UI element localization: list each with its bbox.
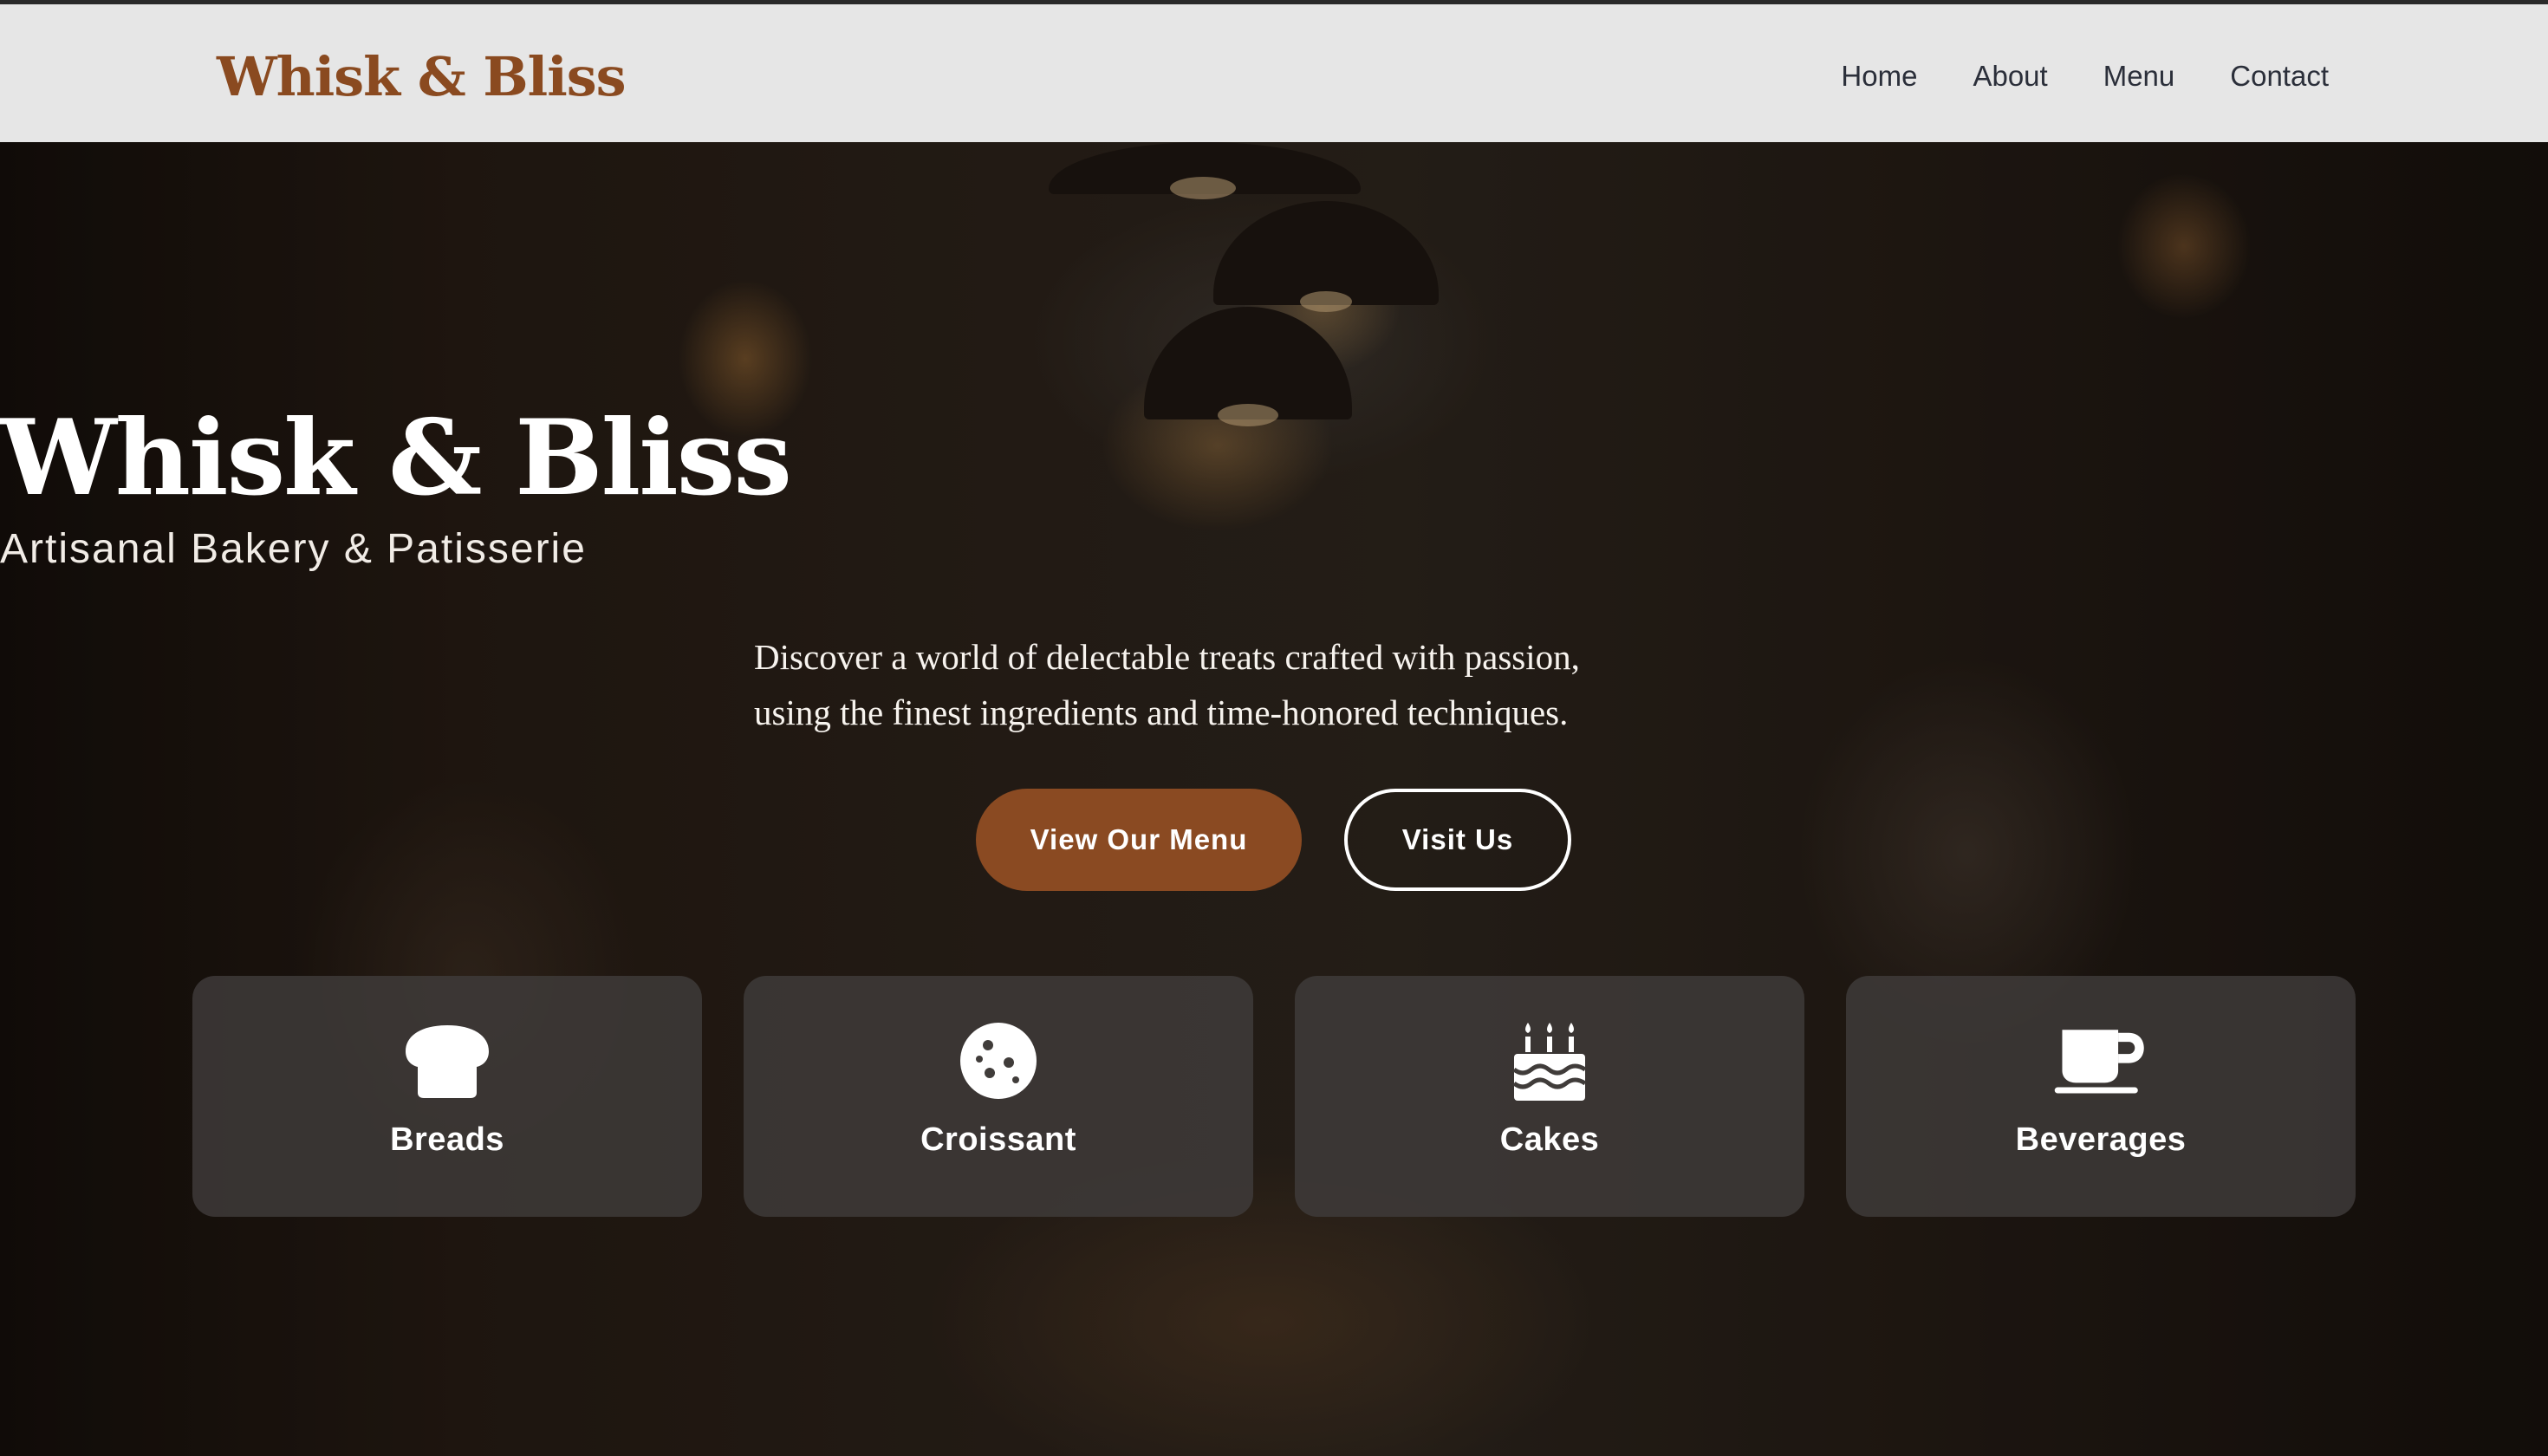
category-label-croissant: Croissant <box>920 1121 1076 1158</box>
bread-icon <box>400 1017 495 1104</box>
hero-section: Whisk & Bliss Artisanal Bakery & Patisse… <box>0 142 2548 1456</box>
category-label-breads: Breads <box>390 1121 504 1158</box>
hero-description-line-1: Discover a world of delectable treats cr… <box>754 637 1580 677</box>
hero-subtitle: Artisanal Bakery & Patisserie <box>0 526 587 572</box>
visit-us-button[interactable]: Visit Us <box>1344 789 1571 891</box>
top-navbar: Whisk & Bliss Home About Menu Contact <box>0 0 2548 142</box>
brand-logo[interactable]: Whisk & Bliss <box>217 42 627 112</box>
category-card-breads[interactable]: Breads <box>192 976 702 1217</box>
nav-link-contact[interactable]: Contact <box>2230 55 2329 98</box>
category-card-beverages[interactable]: Beverages <box>1846 976 2356 1217</box>
view-menu-button[interactable]: View Our Menu <box>976 789 1302 891</box>
category-label-cakes: Cakes <box>1499 1121 1600 1158</box>
nav-links: Home About Menu Contact <box>1841 55 2329 98</box>
page: Whisk & Bliss Home About Menu Contact Wh… <box>0 0 2548 1456</box>
nav-link-about[interactable]: About <box>1973 55 2047 98</box>
hero-title: Whisk & Bliss <box>0 397 792 519</box>
birthday-cake-icon <box>1502 1017 1597 1104</box>
nav-link-home[interactable]: Home <box>1841 55 1917 98</box>
coffee-cup-icon <box>2053 1017 2148 1104</box>
category-label-beverages: Beverages <box>2015 1121 2187 1158</box>
category-card-cakes[interactable]: Cakes <box>1295 976 1804 1217</box>
category-card-croissant[interactable]: Croissant <box>744 976 1253 1217</box>
nav-link-menu[interactable]: Menu <box>2103 55 2175 98</box>
hero-description-line-2: using the finest ingredients and time-ho… <box>754 692 1569 732</box>
cookie-icon <box>951 1017 1046 1104</box>
hero-description: Discover a world of delectable treats cr… <box>754 629 1794 740</box>
